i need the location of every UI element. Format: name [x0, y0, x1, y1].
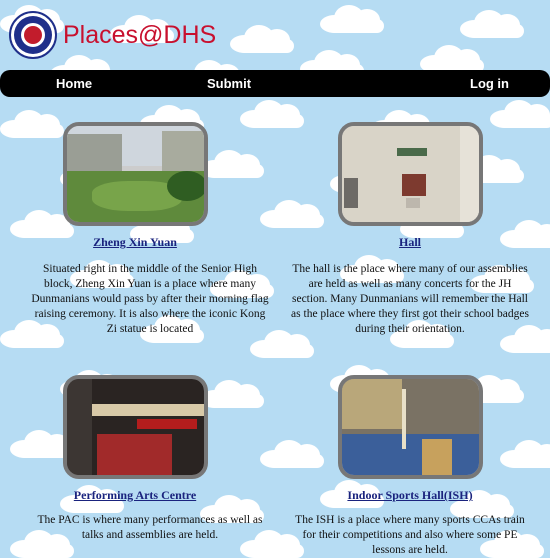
nav-bar: Home Submit Log in [0, 70, 550, 97]
nav-submit[interactable]: Submit [207, 70, 251, 97]
place-description: The hall is the place where many of our … [291, 263, 529, 335]
place-description: The PAC is where many performances as we… [37, 514, 263, 541]
place-title[interactable]: Hall [275, 235, 545, 250]
place-title[interactable]: Performing Arts Centre [0, 488, 270, 503]
site-title[interactable]: Places@DHS [63, 21, 216, 50]
site-header: Places@DHS [0, 0, 550, 70]
nav-login[interactable]: Log in [470, 70, 509, 97]
place-photo[interactable] [63, 122, 208, 226]
place-description: The ISH is a place where many sports CCA… [295, 514, 525, 556]
place-description: Situated right in the middle of the Seni… [31, 263, 269, 335]
place-photo[interactable] [338, 375, 483, 479]
school-logo [9, 11, 57, 59]
place-title[interactable]: Indoor Sports Hall(ISH) [275, 488, 545, 503]
place-photo[interactable] [63, 375, 208, 479]
nav-home[interactable]: Home [56, 70, 92, 97]
place-title[interactable]: Zheng Xin Yuan [0, 235, 270, 250]
place-photo[interactable] [338, 122, 483, 226]
